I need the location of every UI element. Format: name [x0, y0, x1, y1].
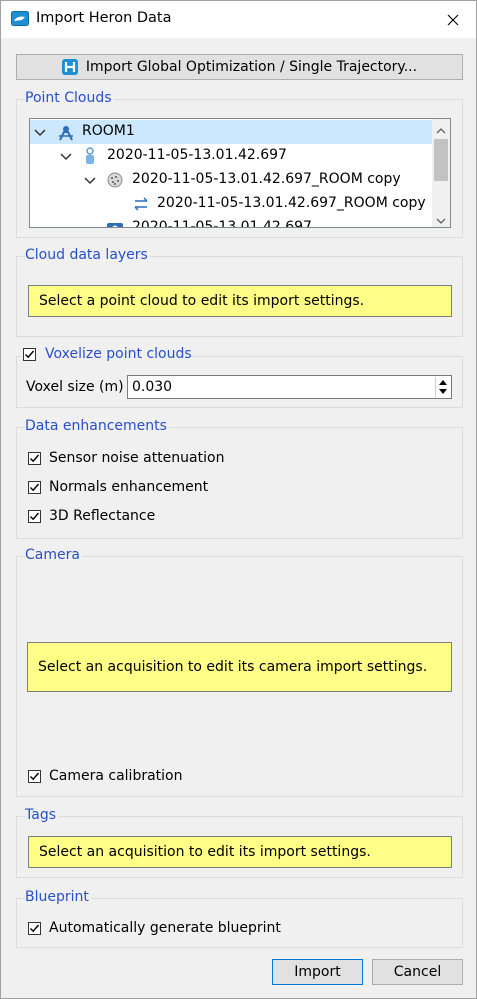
heron-h-icon [61, 59, 78, 75]
tree-item-acquisition[interactable]: 2020-11-05-13.01.42.697 [30, 144, 432, 168]
checkmark-icon [30, 924, 40, 933]
tree-item-label: ROOM1 [82, 123, 135, 139]
reflectance-label[interactable]: 3D Reflectance [49, 508, 155, 524]
normals-enhancement-checkbox[interactable] [28, 481, 41, 494]
tree-item-camera[interactable]: 2020-11-05-13.01.42.697 [30, 216, 432, 228]
auto-blueprint-label[interactable]: Automatically generate blueprint [49, 920, 281, 936]
sensor-noise-label[interactable]: Sensor noise attenuation [49, 450, 224, 466]
point-cloud-icon [106, 171, 124, 193]
window-title: Import Heron Data [36, 10, 172, 26]
camera-message: Select an acquisition to edit its camera… [27, 642, 452, 692]
chevron-down-icon[interactable] [60, 150, 72, 166]
tree-scrollbar[interactable] [432, 119, 450, 227]
scrollbar-thumb[interactable] [434, 139, 448, 181]
checkmark-icon [30, 454, 40, 463]
auto-blueprint-checkbox[interactable] [28, 922, 41, 935]
scanner-icon [82, 147, 98, 169]
checkmark-icon [25, 350, 35, 359]
camera-title: Camera [25, 547, 82, 563]
close-button[interactable] [430, 1, 476, 38]
room-icon [57, 123, 75, 145]
tree-item-label: 2020-11-05-13.01.42.697 [132, 219, 312, 228]
data-enhancements-title: Data enhancements [25, 418, 169, 434]
checkmark-icon [30, 483, 40, 492]
cloud-layers-message: Select a point cloud to edit its import … [28, 285, 452, 317]
checkmark-icon [30, 772, 40, 781]
tree-item-label: 2020-11-05-13.01.42.697 [107, 147, 287, 163]
cloud-data-layers-title: Cloud data layers [25, 247, 150, 263]
tree-item-trajectory[interactable]: 2020-11-05-13.01.42.697_ROOM copy [30, 192, 432, 216]
voxel-size-value[interactable]: 0.030 [132, 379, 172, 395]
sensor-noise-checkbox[interactable] [28, 452, 41, 465]
cancel-button[interactable]: Cancel [372, 959, 463, 985]
camera-calibration-checkbox[interactable] [28, 770, 41, 783]
blueprint-title: Blueprint [25, 889, 91, 905]
tree-item-label: 2020-11-05-13.01.42.697_ROOM copy [132, 171, 401, 187]
point-cloud-tree[interactable]: ROOM1 2020-11-05-13.01.42.697 2020-11-05… [29, 118, 451, 228]
chevron-down-icon[interactable] [84, 174, 96, 190]
spin-down-icon [439, 389, 447, 394]
spinbox-arrows[interactable] [435, 377, 450, 397]
reflectance-checkbox[interactable] [28, 510, 41, 523]
import-button[interactable]: Import [272, 959, 363, 985]
voxelize-label[interactable]: Voxelize point clouds [45, 346, 192, 362]
trajectory-icon [132, 196, 150, 216]
tree-item-room1[interactable]: ROOM1 [30, 120, 432, 144]
title-bar: Import Heron Data [1, 1, 476, 38]
tags-message: Select an acquisition to edit its import… [28, 836, 452, 868]
voxel-size-spinbox[interactable]: 0.030 [127, 375, 452, 399]
camera-calibration-label[interactable]: Camera calibration [49, 768, 183, 784]
cancel-button-label: Cancel [393, 964, 442, 980]
import-dialog: Import Heron Data Import Global Optimiza… [0, 0, 477, 999]
point-clouds-title: Point Clouds [25, 90, 114, 106]
close-icon [447, 14, 459, 25]
tree-item-point-cloud[interactable]: 2020-11-05-13.01.42.697_ROOM copy [30, 168, 432, 192]
scroll-down-icon[interactable] [436, 213, 446, 227]
voxel-size-label: Voxel size (m) [26, 379, 124, 395]
import-global-label: Import Global Optimization / Single Traj… [85, 59, 418, 75]
chevron-down-icon[interactable] [34, 126, 46, 142]
import-global-optimization-button[interactable]: Import Global Optimization / Single Traj… [16, 54, 463, 80]
scroll-up-icon[interactable] [436, 123, 446, 139]
tags-title: Tags [25, 807, 58, 823]
voxelize-checkbox[interactable] [23, 348, 36, 361]
tree-item-label: 2020-11-05-13.01.42.697_ROOM copy [157, 195, 426, 211]
import-button-label: Import [294, 964, 341, 980]
normals-enhancement-label[interactable]: Normals enhancement [49, 479, 208, 495]
checkmark-icon [30, 512, 40, 521]
camera-icon [106, 219, 124, 227]
spin-up-icon [439, 380, 447, 385]
heron-app-icon [11, 11, 29, 26]
